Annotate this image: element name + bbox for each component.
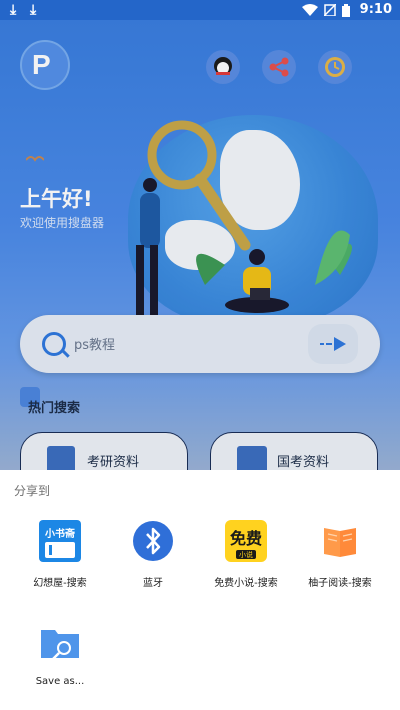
share-sheet-title: 分享到 bbox=[14, 484, 51, 498]
share-target-label: 幻想屋-搜索 bbox=[33, 578, 87, 589]
share-target-free-novel[interactable]: 免费 小说 免费小说-搜索 bbox=[201, 520, 291, 589]
save-folder-icon bbox=[39, 622, 81, 664]
share-target-label: Save as... bbox=[35, 676, 85, 687]
share-target-huanxiangwu[interactable]: 小书斋 幻想屋-搜索 bbox=[15, 520, 105, 589]
scrim[interactable] bbox=[0, 20, 400, 470]
share-target-bluetooth[interactable]: 蓝牙 bbox=[108, 520, 198, 589]
share-target-label: 蓝牙 bbox=[143, 578, 163, 589]
book-reader-icon bbox=[319, 520, 361, 562]
no-sim-icon bbox=[324, 4, 336, 16]
download-icon: ⤓ bbox=[30, 2, 37, 18]
download-icon: ⤓ bbox=[10, 2, 17, 18]
share-target-youzi[interactable]: 柚子阅读-搜索 bbox=[295, 520, 385, 589]
xiaoshuzhai-app-icon: 小书斋 bbox=[39, 520, 81, 562]
status-time: 9:10 bbox=[359, 2, 392, 17]
free-novel-app-icon: 免费 小说 bbox=[225, 520, 267, 562]
share-sheet: 分享到 小书斋 幻想屋-搜索 蓝牙 免费 小说 免费小说-搜索 柚子阅读-搜索 … bbox=[0, 470, 400, 710]
share-target-save-as[interactable]: Save as... bbox=[15, 622, 105, 687]
share-target-label: 柚子阅读-搜索 bbox=[308, 578, 372, 589]
bluetooth-icon bbox=[132, 520, 174, 562]
battery-icon bbox=[342, 4, 350, 17]
status-bar: ⤓ ⤓ 9:10 bbox=[0, 0, 400, 20]
wifi-icon bbox=[302, 4, 318, 16]
share-target-label: 免费小说-搜索 bbox=[214, 578, 278, 589]
